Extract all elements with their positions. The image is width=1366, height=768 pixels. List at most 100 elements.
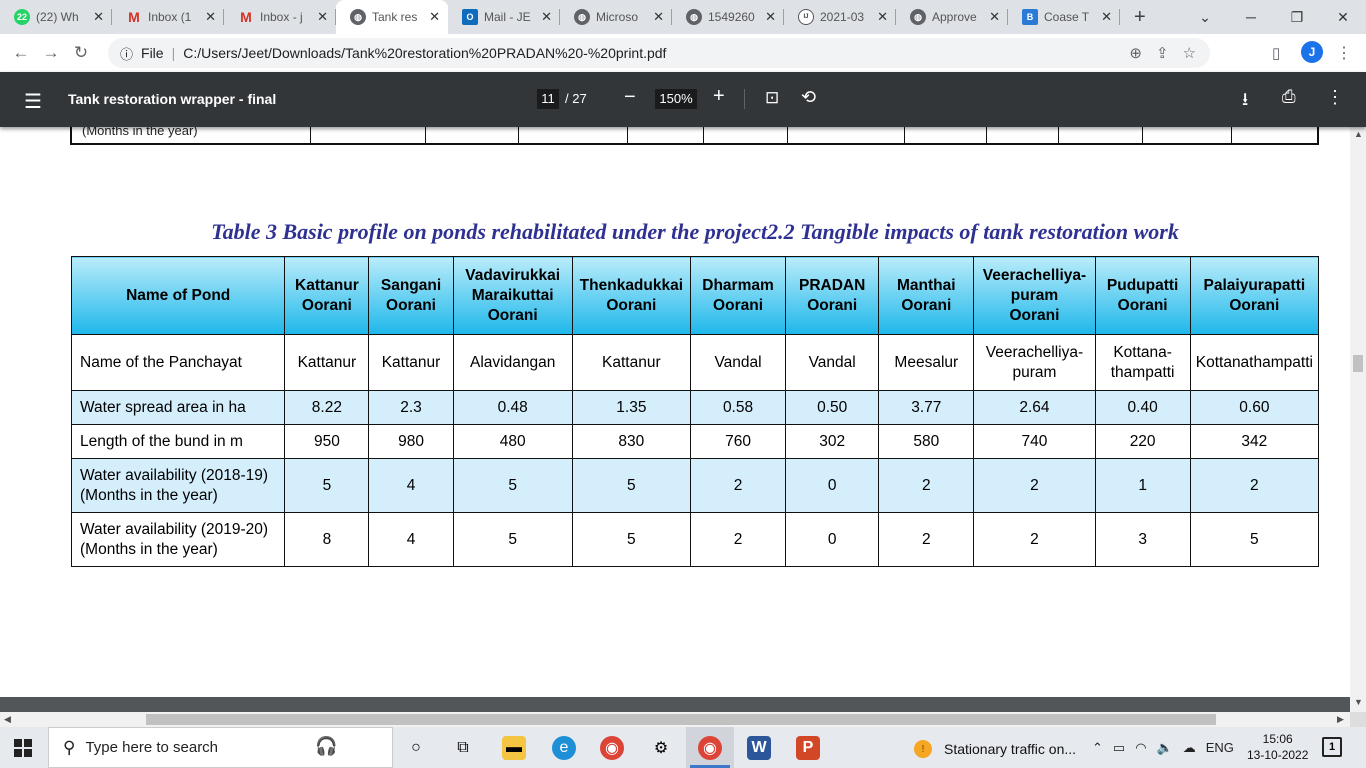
wifi-icon[interactable]: ◠ [1135, 740, 1146, 756]
share-icon[interactable]: ⇪ [1156, 44, 1169, 62]
close-window-icon[interactable]: ✕ [1320, 0, 1366, 34]
vertical-scrollbar[interactable]: ▲ ▼ [1350, 127, 1366, 712]
zoom-icon[interactable]: ⊕ [1129, 44, 1142, 62]
zoom-out-icon[interactable]: − [624, 86, 636, 109]
restore-icon[interactable]: ❐ [1274, 0, 1320, 34]
address-bar: ← → ↻ ⓘ File | C:/Users/Jeet/Downloads/T… [0, 34, 1366, 72]
tab-close-icon[interactable]: ✕ [653, 9, 664, 25]
table-row: Name of the Panchayat Kattanur Kattanur Ala… [70, 334, 1320, 391]
windows-start-icon[interactable] [14, 739, 32, 757]
reload-icon[interactable]: ↻ [66, 43, 96, 63]
battery-icon[interactable]: ▭ [1113, 740, 1125, 756]
scroll-left-icon[interactable]: ◀ [4, 714, 11, 725]
info-icon[interactable]: ⓘ [120, 44, 133, 63]
scroll-right-icon[interactable]: ▶ [1337, 714, 1344, 725]
rotate-icon[interactable]: ⟲ [801, 87, 816, 108]
table-cell: 2 [689, 458, 787, 513]
tab-close-icon[interactable]: ✕ [317, 9, 328, 25]
browser-tab[interactable]: ◍ Approve ✕ [896, 0, 1008, 34]
cloud-icon[interactable]: ☁ [1183, 740, 1196, 756]
zoom-level-input[interactable]: 150% [655, 89, 697, 109]
page-total: / 27 [565, 91, 587, 106]
back-icon[interactable]: ← [6, 43, 36, 63]
edge-icon[interactable]: e [552, 736, 576, 760]
download-icon[interactable]: ⭳ [1242, 87, 1248, 117]
previous-row-cell [788, 127, 906, 143]
tab-close-icon[interactable]: ✕ [541, 9, 552, 25]
pdf-toolbar: ☰ Tank restoration wrapper - final 11 / … [0, 72, 1366, 127]
word-icon[interactable]: W [747, 736, 771, 760]
horizontal-scroll-thumb[interactable] [146, 714, 1216, 725]
scroll-down-icon[interactable]: ▼ [1354, 697, 1363, 707]
settings-gear-icon[interactable]: ⚙ [649, 736, 673, 760]
url-field[interactable]: ⓘ File | C:/Users/Jeet/Downloads/Tank%20… [108, 38, 1210, 68]
tab-close-icon[interactable]: ✕ [877, 9, 888, 25]
task-view-icon[interactable]: ⧉ [451, 736, 475, 760]
chrome-active-icon[interactable]: ◉ [698, 736, 722, 760]
cell-text-line: 580 [913, 432, 940, 450]
table-row: Water spread area in ha 8.22 2.3 0.48 1.35 0.… [70, 390, 1320, 425]
tab-title: Inbox - j [260, 10, 303, 24]
table-cell: 2 [973, 458, 1096, 513]
tab-close-icon[interactable]: ✕ [429, 9, 440, 25]
fit-to-page-icon[interactable]: ⊡ [765, 88, 779, 108]
hamburger-menu-icon[interactable]: ☰ [24, 89, 42, 114]
page-number-input[interactable]: 11 [537, 89, 559, 109]
vertical-scroll-thumb[interactable] [1353, 355, 1363, 372]
tab-strip: 22 (22) Wh ✕ M Inbox (1 ✕ M Inbox - j ✕ ◍ Tank res… [0, 0, 1366, 34]
file-explorer-icon[interactable]: ▬ [502, 736, 526, 760]
browser-tab[interactable]: IJ 2021-03 ✕ [784, 0, 896, 34]
cell-text-line: 342 [1241, 432, 1268, 450]
powerpoint-icon[interactable]: P [796, 736, 820, 760]
browser-tab[interactable]: M Inbox - j ✕ [224, 0, 336, 34]
browser-tab[interactable]: M Inbox (1 ✕ [112, 0, 224, 34]
tab-close-icon[interactable]: ✕ [93, 9, 104, 25]
table-cell: 0.58 [689, 390, 787, 425]
notification-center-icon[interactable]: 1 [1322, 737, 1342, 757]
show-hidden-icons-icon[interactable]: ⌃ [1092, 740, 1103, 756]
table-row: Water availability (2018-19) (Months in t… [70, 458, 1320, 513]
browser-tab[interactable]: ◍ 1549260 ✕ [672, 0, 784, 34]
new-tab-icon[interactable]: + [1134, 6, 1146, 29]
tab-close-icon[interactable]: ✕ [205, 9, 216, 25]
cell-text-line: Veerachelliya- [982, 266, 1087, 284]
browser-tab[interactable]: ◍ Tank res ✕ [336, 0, 448, 34]
browser-tab[interactable]: 22 (22) Wh ✕ [0, 0, 112, 34]
browser-tab[interactable]: O Mail - JE ✕ [448, 0, 560, 34]
cell-text-line: Oorani [807, 296, 858, 314]
tab-close-icon[interactable]: ✕ [765, 9, 776, 25]
tab-search-icon[interactable]: ⌄ [1182, 0, 1228, 34]
tab-title: 2021-03 [820, 10, 865, 24]
bookmark-star-icon[interactable]: ☆ [1183, 44, 1196, 62]
table-cell: 2 [689, 512, 787, 567]
more-options-icon[interactable]: ⋮ [1326, 87, 1344, 108]
table-caption: Table 3 Basic profile on ponds rehabilit… [211, 219, 1179, 244]
side-panel-icon[interactable]: ▯ [1272, 44, 1280, 62]
clock[interactable]: 15:06 13-10-2022 [1247, 731, 1308, 763]
tab-close-icon[interactable]: ✕ [989, 9, 1000, 25]
taskbar-search-box[interactable]: ⚲ Type here to search 🎧 [48, 727, 393, 768]
chrome-icon[interactable]: ◉ [600, 736, 624, 760]
browser-tab[interactable]: B Coase T ✕ [1008, 0, 1120, 34]
cell-text-line: 740 [1021, 432, 1048, 450]
minimize-icon[interactable]: ─ [1228, 0, 1274, 34]
cell-text-line: Oorani [301, 296, 352, 314]
news-widget[interactable]: ! Stationary traffic on... [914, 740, 1076, 758]
scroll-up-icon[interactable]: ▲ [1354, 129, 1363, 139]
tab-title: (22) Wh [36, 10, 79, 24]
previous-row-cell [987, 127, 1060, 143]
zoom-in-icon[interactable]: + [713, 85, 725, 108]
pdf-viewer[interactable]: (Months in the year) Table 3 Basic profi… [0, 127, 1350, 712]
language-indicator[interactable]: ENG [1206, 740, 1234, 756]
cell-text-line: 950 [313, 432, 340, 450]
browser-menu-icon[interactable]: ⋮ [1336, 43, 1352, 63]
horizontal-scrollbar[interactable]: ◀ ▶ [0, 712, 1350, 727]
cell-text-line: Pudupatti [1106, 276, 1179, 294]
print-icon[interactable]: ⎙ [1282, 87, 1296, 107]
volume-icon[interactable]: 🔈 [1157, 740, 1173, 756]
cortana-icon[interactable]: ○ [404, 736, 428, 760]
browser-tab[interactable]: ◍ Microso ✕ [560, 0, 672, 34]
tab-close-icon[interactable]: ✕ [1101, 9, 1112, 25]
forward-icon[interactable]: → [36, 43, 66, 63]
profile-avatar[interactable]: J [1301, 41, 1323, 63]
